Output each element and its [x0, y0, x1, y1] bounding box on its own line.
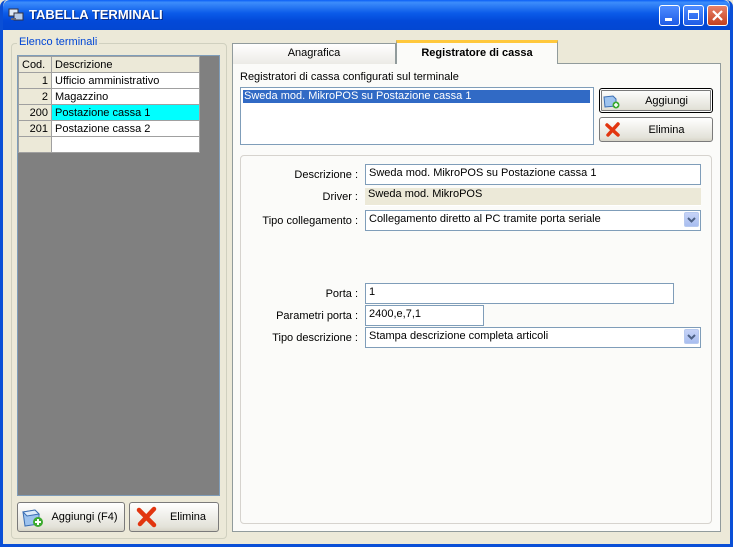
delete-terminal-button[interactable]: Elimina	[129, 502, 219, 532]
driver-label: Driver :	[322, 191, 358, 203]
dropdown-arrow[interactable]	[684, 329, 699, 344]
add-register-button[interactable]: Aggiungi	[599, 88, 713, 113]
minimize-button[interactable]	[659, 5, 680, 26]
table-header-row: Cod. Descrizione	[18, 56, 200, 73]
row-description[interactable]: Postazione cassa 1	[51, 104, 200, 121]
close-button[interactable]	[707, 5, 728, 26]
add-item-icon	[603, 94, 620, 108]
porta-input[interactable]: 1	[365, 283, 674, 304]
chevron-down-icon	[687, 334, 696, 340]
driver-readonly-field: Sweda mod. MikroPOS	[365, 188, 701, 206]
column-header-code[interactable]: Cod.	[18, 56, 52, 73]
tipo-descrizione-select[interactable]: Stampa descrizione completa articoli	[365, 327, 701, 348]
delete-terminal-label: Elimina	[169, 511, 207, 523]
registers-list-caption: Registratori di cassa configurati sul te…	[240, 71, 459, 83]
tipo-collegamento-value: Collegamento diretto al PC tramite porta…	[369, 213, 601, 225]
maximize-icon	[688, 10, 699, 20]
terminals-table: Cod. Descrizione 1 Ufficio amministrativ…	[18, 56, 200, 153]
title-bar[interactable]: TABELLA TERMINALI	[3, 0, 730, 30]
parametri-porta-input[interactable]: 2400,e,7,1	[365, 305, 484, 326]
parametri-porta-label: Parametri porta :	[276, 310, 358, 322]
list-item-selected[interactable]: Sweda mod. MikroPOS su Postazione cassa …	[243, 90, 590, 103]
table-row[interactable]: 2 Magazzino	[18, 88, 200, 105]
add-register-label: Aggiungi	[645, 94, 688, 107]
terminals-grid[interactable]: Cod. Descrizione 1 Ufficio amministrativ…	[17, 55, 220, 496]
tipo-collegamento-label: Tipo collegamento :	[262, 215, 358, 227]
row-description[interactable]: Ufficio amministrativo	[51, 72, 200, 89]
maximize-button[interactable]	[683, 5, 704, 26]
add-terminal-label: Aggiungi (F4)	[51, 511, 118, 523]
row-description[interactable]	[51, 136, 200, 153]
tipo-collegamento-select[interactable]: Collegamento diretto al PC tramite porta…	[365, 210, 701, 231]
descrizione-input[interactable]: Sweda mod. MikroPOS su Postazione cassa …	[365, 164, 701, 185]
delete-register-button[interactable]: Elimina	[599, 117, 713, 142]
delete-x-icon	[605, 121, 620, 137]
row-code[interactable]: 201	[18, 120, 52, 137]
row-description[interactable]: Postazione cassa 2	[51, 120, 200, 137]
porta-label: Porta :	[325, 288, 358, 300]
row-code[interactable]: 1	[18, 72, 52, 89]
row-description[interactable]: Magazzino	[51, 88, 200, 105]
row-code[interactable]: 200	[18, 104, 52, 121]
table-row-new[interactable]	[18, 136, 200, 153]
column-header-description[interactable]: Descrizione	[51, 56, 200, 73]
table-row[interactable]: 201 Postazione cassa 2	[18, 120, 200, 137]
tab-anagrafica[interactable]: Anagrafica	[232, 43, 396, 64]
descrizione-label: Descrizione :	[294, 169, 358, 181]
terminals-group-label: Elenco terminali	[17, 36, 100, 48]
window-title: TABELLA TERMINALI	[29, 7, 163, 22]
close-icon	[712, 10, 723, 21]
table-row[interactable]: 1 Ufficio amministrativo	[18, 72, 200, 89]
terminal-app-icon	[8, 8, 24, 21]
registers-listbox[interactable]: Sweda mod. MikroPOS su Postazione cassa …	[240, 87, 594, 145]
minimize-icon	[665, 18, 672, 21]
row-code[interactable]: 2	[18, 88, 52, 105]
table-row-selected[interactable]: 200 Postazione cassa 1	[18, 104, 200, 121]
row-code[interactable]	[18, 136, 52, 153]
delete-x-icon	[136, 506, 157, 528]
add-item-icon	[21, 509, 43, 527]
add-terminal-button[interactable]: Aggiungi (F4)	[17, 502, 125, 532]
delete-register-label: Elimina	[648, 123, 685, 136]
tab-registratore-di-cassa[interactable]: Registratore di cassa	[396, 40, 558, 64]
tipo-descrizione-value: Stampa descrizione completa articoli	[369, 330, 549, 342]
chevron-down-icon	[687, 217, 696, 223]
tipo-descrizione-label: Tipo descrizione :	[272, 332, 358, 344]
dropdown-arrow[interactable]	[684, 212, 699, 227]
